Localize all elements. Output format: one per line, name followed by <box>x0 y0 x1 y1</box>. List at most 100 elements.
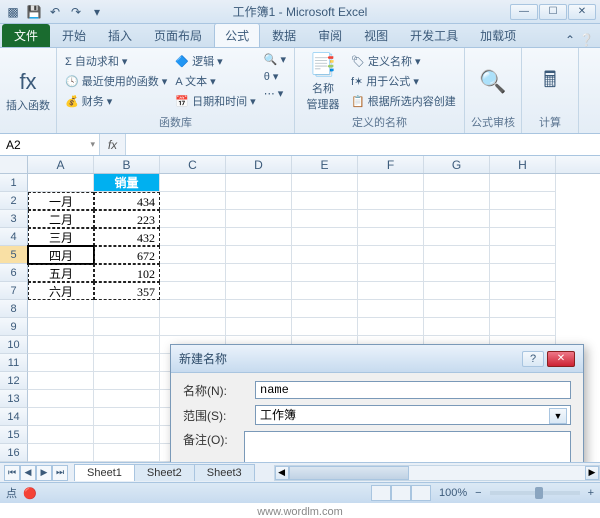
cell[interactable] <box>490 282 556 300</box>
column-header[interactable]: E <box>292 156 358 173</box>
cell[interactable] <box>424 264 490 282</box>
qat-dropdown-icon[interactable]: ▾ <box>88 3 106 21</box>
cell[interactable] <box>160 282 226 300</box>
cell[interactable] <box>28 390 94 408</box>
row-header[interactable]: 11 <box>0 354 28 372</box>
financial-button[interactable]: 💰 财务 ▾ <box>63 92 169 110</box>
sheet-nav-last[interactable]: ⏭ <box>52 465 68 481</box>
cell[interactable] <box>292 228 358 246</box>
sheet-tab-2[interactable]: Sheet2 <box>134 464 195 481</box>
close-button[interactable]: ✕ <box>568 4 596 20</box>
cell[interactable] <box>226 300 292 318</box>
formula-auditing-button[interactable]: 🔍 <box>471 50 515 113</box>
redo-icon[interactable]: ↷ <box>67 3 85 21</box>
cell[interactable] <box>292 318 358 336</box>
cell[interactable]: 二月 <box>28 210 94 228</box>
calculation-button[interactable]: 🖩 <box>528 50 572 113</box>
column-header[interactable]: C <box>160 156 226 173</box>
row-header[interactable]: 6 <box>0 264 28 282</box>
formula-input[interactable] <box>126 134 600 155</box>
row-header[interactable]: 8 <box>0 300 28 318</box>
cell[interactable]: 434 <box>94 192 160 210</box>
cell[interactable] <box>160 246 226 264</box>
logical-button[interactable]: 🔷 逻辑 ▾ <box>173 52 257 70</box>
cell[interactable] <box>160 174 226 192</box>
cell[interactable] <box>160 228 226 246</box>
cell[interactable] <box>226 264 292 282</box>
cell[interactable]: 672 <box>94 246 160 264</box>
row-header[interactable]: 12 <box>0 372 28 390</box>
row-header[interactable]: 3 <box>0 210 28 228</box>
cell[interactable] <box>160 318 226 336</box>
cell[interactable] <box>490 300 556 318</box>
create-from-selection-button[interactable]: 📋 根据所选内容创建 <box>349 92 458 110</box>
dialog-titlebar[interactable]: 新建名称 ? ✕ <box>171 345 583 373</box>
column-header[interactable]: B <box>94 156 160 173</box>
tab-developer[interactable]: 开发工具 <box>400 24 468 47</box>
cell[interactable]: 357 <box>94 282 160 300</box>
macro-record-icon[interactable]: 🔴 <box>23 487 37 500</box>
cell[interactable] <box>490 192 556 210</box>
name-manager-button[interactable]: 📑 名称 管理器 <box>301 50 345 113</box>
cell[interactable] <box>160 300 226 318</box>
row-header[interactable]: 14 <box>0 408 28 426</box>
tab-review[interactable]: 审阅 <box>308 24 352 47</box>
undo-icon[interactable]: ↶ <box>46 3 64 21</box>
cell[interactable] <box>226 228 292 246</box>
tab-home[interactable]: 开始 <box>52 24 96 47</box>
help-icon[interactable]: ❔ <box>579 33 594 47</box>
tab-data[interactable]: 数据 <box>262 24 306 47</box>
row-header[interactable]: 13 <box>0 390 28 408</box>
autosum-button[interactable]: Σ 自动求和 ▾ <box>63 52 169 70</box>
cell[interactable] <box>490 246 556 264</box>
cell[interactable] <box>226 174 292 192</box>
column-header[interactable]: H <box>490 156 556 173</box>
horizontal-scrollbar[interactable]: ◀ ▶ <box>274 465 600 481</box>
use-in-formula-button[interactable]: f✶ 用于公式 ▾ <box>349 72 458 90</box>
cell[interactable] <box>358 246 424 264</box>
cell[interactable] <box>28 426 94 444</box>
cell[interactable] <box>358 264 424 282</box>
cell[interactable] <box>226 318 292 336</box>
tab-formulas[interactable]: 公式 <box>214 23 260 47</box>
cell[interactable] <box>424 174 490 192</box>
cell[interactable]: 432 <box>94 228 160 246</box>
cell[interactable] <box>292 300 358 318</box>
cell[interactable] <box>292 264 358 282</box>
cell[interactable] <box>226 192 292 210</box>
sheet-tab-1[interactable]: Sheet1 <box>74 464 135 481</box>
cell[interactable] <box>94 318 160 336</box>
cell[interactable] <box>28 408 94 426</box>
maximize-button[interactable]: ☐ <box>539 4 567 20</box>
cell[interactable] <box>94 390 160 408</box>
cell[interactable] <box>292 210 358 228</box>
cell[interactable] <box>292 174 358 192</box>
cell[interactable] <box>358 318 424 336</box>
column-header[interactable]: G <box>424 156 490 173</box>
sheet-nav-first[interactable]: ⏮ <box>4 465 20 481</box>
cell[interactable] <box>424 282 490 300</box>
cell[interactable] <box>490 264 556 282</box>
cell[interactable] <box>94 426 160 444</box>
column-header[interactable]: A <box>28 156 94 173</box>
row-header[interactable]: 7 <box>0 282 28 300</box>
cell[interactable] <box>28 174 94 192</box>
cell[interactable] <box>424 300 490 318</box>
cell[interactable] <box>226 246 292 264</box>
lookup-button[interactable]: 🔍 ▾ <box>262 52 288 67</box>
hscroll-left-icon[interactable]: ◀ <box>275 466 289 480</box>
cell[interactable] <box>28 300 94 318</box>
insert-function-button[interactable]: fx 插入函数 <box>6 50 50 131</box>
datetime-button[interactable]: 📅 日期和时间 ▾ <box>173 92 257 110</box>
cell[interactable] <box>226 210 292 228</box>
hscroll-right-icon[interactable]: ▶ <box>585 466 599 480</box>
math-button[interactable]: θ ▾ <box>262 69 288 84</box>
scope-select[interactable]: 工作簿 <box>255 405 571 425</box>
name-box[interactable]: A2 <box>0 134 100 155</box>
select-all-corner[interactable] <box>0 156 28 173</box>
row-header[interactable]: 10 <box>0 336 28 354</box>
zoom-slider[interactable] <box>490 491 580 495</box>
sheet-nav-prev[interactable]: ◀ <box>20 465 36 481</box>
dialog-help-button[interactable]: ? <box>522 351 544 367</box>
cell[interactable] <box>226 282 292 300</box>
